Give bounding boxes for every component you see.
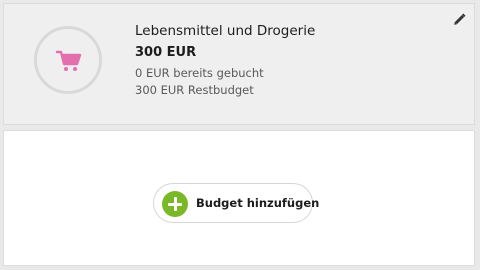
budget-remaining-text: 300 EUR Restbudget xyxy=(135,83,254,97)
budget-card[interactable]: Lebensmittel und Drogerie 300 EUR 0 EUR … xyxy=(3,3,475,125)
add-budget-button[interactable]: Budget hinzufügen xyxy=(153,183,319,223)
budget-amount: 300 EUR xyxy=(135,45,197,60)
category-icon-ring xyxy=(34,26,102,94)
add-budget-label: Budget hinzufügen xyxy=(196,196,320,210)
shopping-cart-icon xyxy=(56,50,82,71)
plus-circle-icon xyxy=(162,191,188,217)
pencil-icon[interactable] xyxy=(453,12,467,26)
add-budget-panel: Budget hinzufügen xyxy=(3,130,475,266)
budget-info: Lebensmittel und Drogerie 300 EUR 0 EUR … xyxy=(135,22,315,99)
budget-category-title: Lebensmittel und Drogerie xyxy=(135,23,316,39)
budget-booked-text: 0 EUR bereits gebucht xyxy=(135,66,264,80)
